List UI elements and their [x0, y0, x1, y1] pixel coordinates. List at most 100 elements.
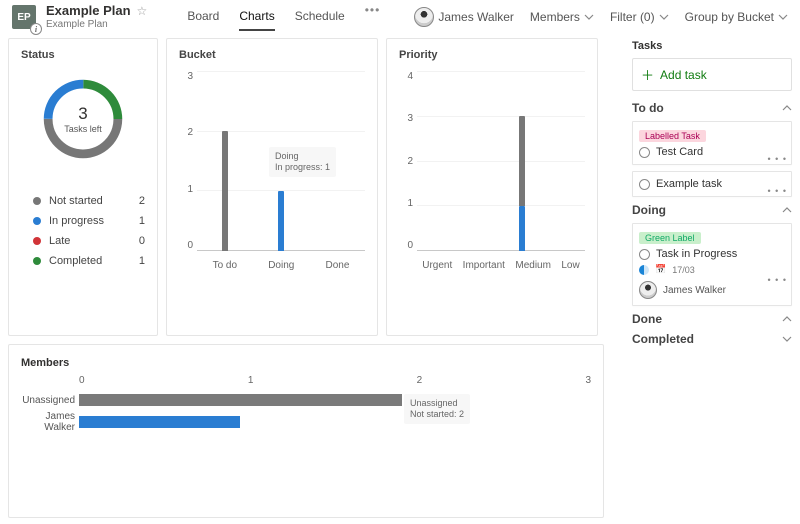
axis-tick: 3 [399, 113, 413, 124]
filter-dropdown[interactable]: Filter (0) [610, 10, 669, 24]
member-bar-row: James Walker [79, 411, 591, 433]
section-doing[interactable]: Doing [632, 203, 792, 217]
axis-tick: 1 [179, 184, 193, 195]
add-task-button[interactable]: ＋ Add task [632, 58, 792, 91]
priority-title: Priority [399, 49, 585, 61]
category-label: Low [561, 260, 579, 271]
category-label: Urgent [422, 260, 452, 271]
section-done-label: Done [632, 312, 662, 326]
axis-tick: 0 [179, 240, 193, 251]
legend-label: In progress [49, 215, 104, 227]
axis-tick: 0 [399, 240, 413, 251]
progress-half-icon [639, 265, 649, 275]
axis-tick: 3 [585, 375, 591, 386]
members-dropdown[interactable]: Members [530, 10, 594, 24]
bar-segment [519, 116, 525, 206]
current-user[interactable]: James Walker [414, 7, 514, 27]
bucket-chart: 3210 To doDoingDone Doing In progress: 1 [197, 71, 365, 281]
groupby-label: Group by Bucket [685, 10, 774, 24]
axis-tick: 1 [248, 375, 254, 386]
status-center-value: 3 [78, 104, 87, 124]
tasks-panel: Tasks ＋ Add task To do Labelled Task Tes… [624, 34, 800, 524]
task-overflow-icon[interactable]: • • • [768, 275, 787, 285]
filter-label: Filter (0) [610, 10, 655, 24]
task-title: Test Card [656, 146, 703, 158]
legend-row: Completed 1 [33, 255, 145, 267]
legend-dot-icon [33, 197, 41, 205]
status-center-label: Tasks left [64, 124, 102, 134]
plan-titles: Example Plan ☆ Example Plan [46, 4, 147, 29]
member-label: Unassigned [21, 395, 75, 406]
task-title: Task in Progress [656, 248, 737, 260]
legend-value: 0 [139, 235, 145, 247]
task-overflow-icon[interactable]: • • • [768, 154, 787, 164]
chevron-down-icon [778, 14, 788, 20]
axis-tick: 2 [179, 127, 193, 138]
plus-icon: ＋ [641, 65, 654, 84]
status-donut-chart: 3 Tasks left [37, 73, 129, 165]
bar-col [519, 71, 525, 251]
add-task-label: Add task [660, 68, 707, 82]
members-label: Members [530, 10, 580, 24]
members-card: Members 0123 UnassignedJames Walker Unas… [8, 344, 604, 518]
chevron-down-icon [782, 336, 792, 342]
task-label-pill: Green Label [639, 232, 701, 244]
legend-value: 1 [139, 215, 145, 227]
calendar-icon: 📅 [655, 264, 666, 275]
bucket-tooltip: Doing In progress: 1 [269, 147, 336, 177]
task-card[interactable]: Example task • • • [632, 171, 792, 197]
legend-row: Late0 [33, 235, 145, 247]
bucket-tooltip-line: In progress: 1 [275, 162, 330, 173]
task-label-pill: Labelled Task [639, 130, 706, 142]
member-bar [79, 416, 240, 428]
members-tooltip-title: Unassigned [410, 398, 464, 409]
chevron-up-icon [782, 316, 792, 322]
chevron-down-icon [659, 14, 669, 20]
axis-tick: 0 [79, 375, 85, 386]
bucket-title: Bucket [179, 49, 365, 61]
legend-dot-icon [33, 237, 41, 245]
view-tabs: Board Charts Schedule ••• [187, 3, 380, 31]
section-todo-label: To do [632, 101, 664, 115]
tab-charts[interactable]: Charts [239, 3, 274, 31]
assignee-avatar-icon [639, 281, 657, 299]
priority-chart: 43210 UrgentImportantMediumLow [417, 71, 585, 281]
category-label: Done [326, 260, 350, 271]
task-complete-circle[interactable] [639, 249, 650, 260]
section-done[interactable]: Done [632, 312, 792, 326]
status-title: Status [21, 49, 145, 61]
task-overflow-icon[interactable]: • • • [768, 186, 787, 196]
members-tooltip-line: Not started: 2 [410, 409, 464, 420]
axis-tick: 2 [399, 156, 413, 167]
task-card[interactable]: Green Label Task in Progress 📅 17/03 • •… [632, 223, 792, 306]
info-icon[interactable]: i [30, 23, 42, 35]
star-icon[interactable]: ☆ [137, 5, 148, 18]
member-bar [79, 394, 402, 406]
groupby-dropdown[interactable]: Group by Bucket [685, 10, 788, 24]
category-label: To do [213, 260, 237, 271]
legend-row: In progress 1 [33, 215, 145, 227]
status-card: Status 3 Tasks left [8, 38, 158, 336]
members-chart: 0123 UnassignedJames Walker Unassigned N… [79, 389, 591, 469]
tab-board[interactable]: Board [187, 3, 219, 31]
assignee-name: James Walker [663, 285, 726, 296]
legend-label: Completed [49, 255, 102, 267]
task-complete-circle[interactable] [639, 147, 650, 158]
task-complete-circle[interactable] [639, 179, 650, 190]
section-completed[interactable]: Completed [632, 332, 792, 346]
section-todo[interactable]: To do [632, 101, 792, 115]
tabs-overflow-icon[interactable]: ••• [365, 3, 381, 31]
task-card[interactable]: Labelled Task Test Card • • • [632, 121, 792, 165]
legend-row: Not started2 [33, 195, 145, 207]
bar-segment [519, 206, 525, 251]
legend-value: 1 [139, 255, 145, 267]
section-completed-label: Completed [632, 332, 694, 346]
bar [222, 131, 228, 251]
user-name: James Walker [438, 10, 514, 24]
category-label: Important [463, 260, 505, 271]
category-label: Medium [515, 260, 551, 271]
bar-col [477, 71, 483, 251]
tab-schedule[interactable]: Schedule [295, 3, 345, 31]
bar [278, 191, 284, 251]
axis-tick: 3 [179, 71, 193, 82]
